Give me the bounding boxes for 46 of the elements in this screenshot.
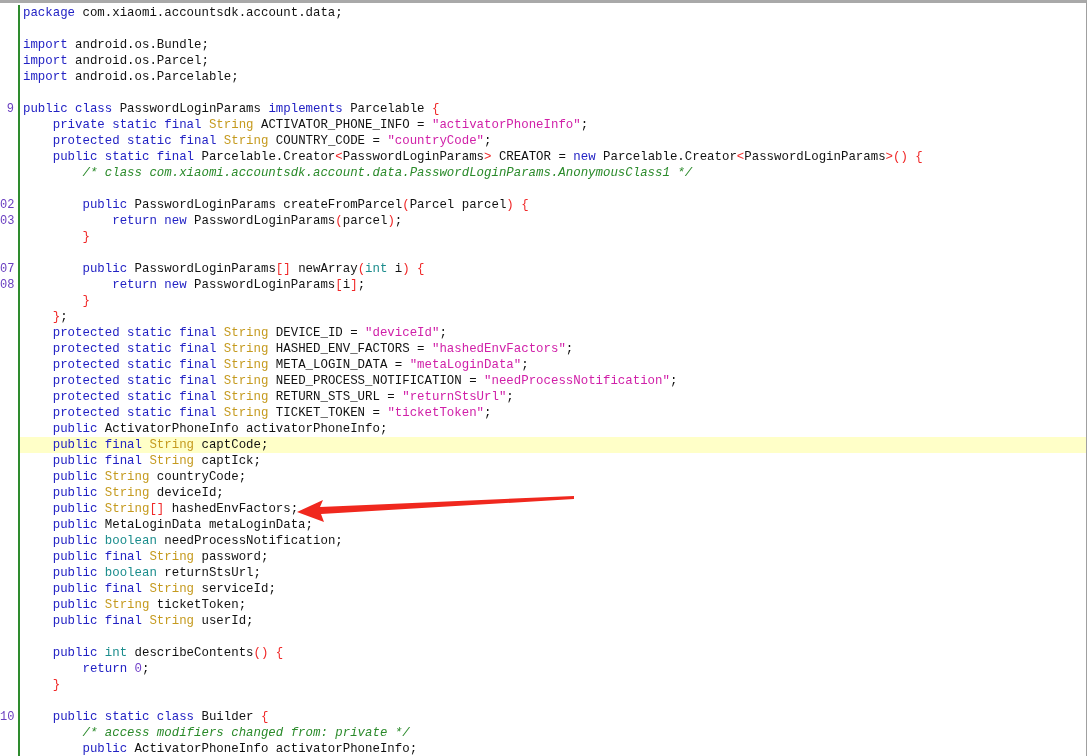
- line-number: 02: [0, 198, 15, 212]
- code-line: public final String captIck;: [51, 453, 261, 469]
- code-line: public boolean returnStsUrl;: [51, 565, 261, 581]
- code-line: import android.os.Parcelable;: [22, 69, 239, 85]
- code-line: return 0;: [81, 661, 150, 677]
- code-line: public MetaLoginData metaLoginData;: [51, 517, 313, 533]
- line-number: 9: [6, 102, 14, 116]
- code-line: import android.os.Bundle;: [22, 37, 209, 53]
- code-line: import android.os.Parcel;: [22, 53, 209, 69]
- line-number: 10: [0, 710, 15, 724]
- code-line: protected static final String RETURN_STS_URL = "returnStsUrl";: [51, 389, 514, 405]
- code-line: }: [51, 677, 61, 693]
- code-line: protected static final String DEVICE_ID = "deviceId";: [51, 325, 447, 341]
- code-line: /* class com.xiaomi.accountsdk.account.data.PasswordLoginParams.AnonymousClass1 */: [81, 165, 693, 181]
- code-line: }: [81, 293, 90, 309]
- code-line: return new PasswordLoginParams[i];: [111, 277, 366, 293]
- code-line: public final String userId;: [51, 613, 254, 629]
- code-line: /* access modifiers changed from: private */: [81, 725, 410, 741]
- code-line: public boolean needProcessNotification;: [51, 533, 343, 549]
- code-line: public final String password;: [51, 549, 269, 565]
- code-line: package com.xiaomi.accountsdk.account.data;: [22, 5, 343, 21]
- code-line: return new PasswordLoginParams(parcel);: [111, 213, 403, 229]
- code-line: public PasswordLoginParams createFromParcel(Parcel parcel) {: [81, 197, 529, 213]
- line-number: 07: [0, 262, 15, 276]
- code-line: private static final String ACTIVATOR_PHONE_INFO = "activatorPhoneInfo";: [51, 117, 589, 133]
- code-line: public String countryCode;: [51, 469, 247, 485]
- code-line: public class PasswordLoginParams implements Parcelable {: [22, 101, 440, 117]
- code-line: protected static final String META_LOGIN_DATA = "metaLoginData";: [51, 357, 529, 373]
- code-line: public int describeContents() {: [51, 645, 284, 661]
- code-line: protected static final String NEED_PROCESS_NOTIFICATION = "needProcessNotification";: [51, 373, 678, 389]
- code-line: }: [81, 229, 90, 245]
- line-number: 03: [0, 214, 15, 228]
- code-line: public static class Builder {: [51, 709, 269, 725]
- code-line: protected static final String TICKET_TOKEN = "ticketToken";: [51, 405, 492, 421]
- code-line: public String[] hashedEnvFactors;: [51, 501, 299, 517]
- code-line: protected static final String COUNTRY_CODE = "countryCode";: [51, 133, 492, 149]
- code-line: public String ticketToken;: [51, 597, 247, 613]
- line-number: 08: [0, 278, 15, 292]
- code-line: public ActivatorPhoneInfo activatorPhoneInfo;: [51, 421, 388, 437]
- code-line: public PasswordLoginParams[] newArray(int i) {: [81, 261, 425, 277]
- code-line: };: [51, 309, 68, 325]
- code-line: protected static final String HASHED_ENV_FACTORS = "hashedEnvFactors";: [51, 341, 574, 357]
- code-line: public String deviceId;: [51, 485, 224, 501]
- code-line: public final String serviceId;: [51, 581, 276, 597]
- code-line: public static final Parcelable.Creator<PasswordLoginParams> CREATOR = new Parcelable.Creator<PasswordLoginParams>() {: [51, 149, 923, 165]
- code-line: public ActivatorPhoneInfo activatorPhoneInfo;: [81, 741, 418, 756]
